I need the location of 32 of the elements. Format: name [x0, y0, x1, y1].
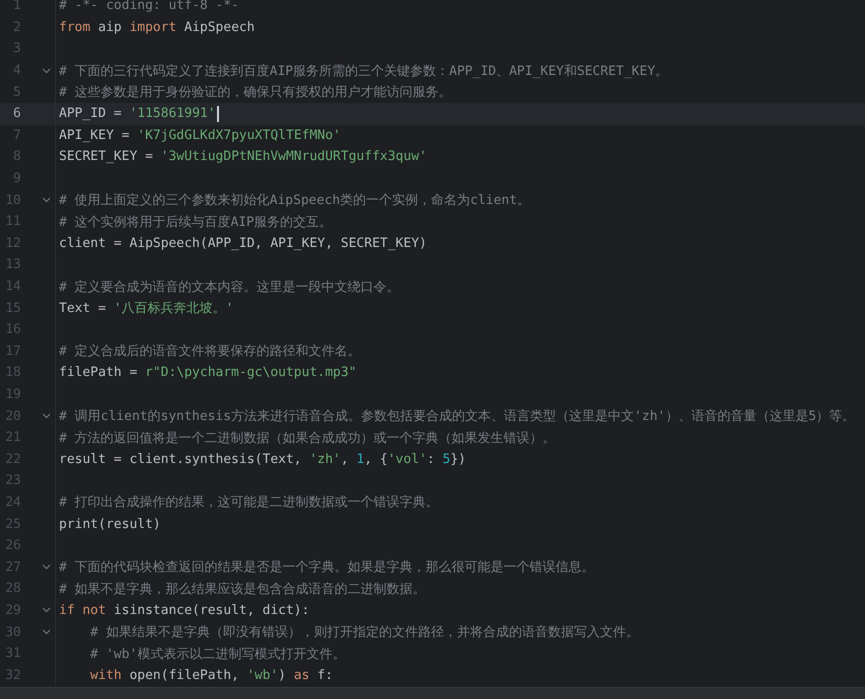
- code-line: # 打印出合成操作的结果，这可能是二进制数据或一个错误字典。: [59, 494, 439, 512]
- code-line: print(result): [59, 516, 161, 532]
- code-line: # 下面的三行代码定义了连接到百度AIP服务所需的三个关键参数：APP_ID、API_KEY和SECRET_KEY。: [59, 62, 668, 80]
- code-line: # 'wb'模式表示以二进制写模式打开文件。: [89, 646, 346, 663]
- line-number: 6: [12, 106, 21, 122]
- code-line: Text = '八百标兵奔北坡。': [59, 300, 234, 318]
- code-line: # 下面的代码块检查返回的结果是否是一个字典。如果是字典，那么很可能是一个错误信息。: [59, 559, 595, 576]
- fold-chevron-icon[interactable]: [42, 629, 51, 636]
- code-line: with open(filePath, 'wb') as f:: [89, 668, 333, 683]
- code-line: API_KEY = 'K7jGdGLKdX7pyuXTQlTEfMNo': [59, 128, 341, 143]
- fold-chevron-icon[interactable]: [42, 564, 51, 570]
- code-line: filePath = r"D:\pycharm-gc\output.mp3": [59, 365, 356, 380]
- code-line: # 这个实例将用于后续与百度AIP服务的交互。: [59, 214, 332, 231]
- code-line: # 方法的返回值将是一个二进制数据（如果合成成功）或一个字典（如果发生错误）。: [59, 430, 556, 447]
- code-line: # 这些参数是用于身份验证的，确保只有授权的用户才能访问服务。: [59, 84, 452, 102]
- code-line: # 使用上面定义的三个参数来初始化AipSpeech类的一个实例，命名为client。: [59, 192, 530, 210]
- code-line: # 定义要合成为语音的文本内容。这里是一段中文绕口令。: [59, 278, 400, 296]
- fold-chevron-icon[interactable]: [42, 197, 51, 204]
- code-line: if not isinstance(result, dict):: [59, 602, 310, 618]
- code-line: # 如果结果不是字典（即没有错误），则打开指定的文件路径，并将合成的语音数据写入文件。: [89, 624, 639, 642]
- text-cursor: [216, 106, 219, 122]
- code-line: # 调用client的synthesis方法来进行语音合成。参数包括要合成的文本、语言类型（这里是中文'zh'）、语音的音量（这里是5）等。: [59, 408, 856, 426]
- code-line: from aip import AipSpeech: [59, 20, 255, 35]
- fold-chevron-icon[interactable]: [42, 68, 51, 74]
- code-line: # 定义合成后的语音文件将要保存的路径和文件名。: [59, 343, 361, 360]
- code-line: result = client.synthesis(Text, 'zh', 1, {'vol': 5}): [59, 452, 466, 467]
- code-line: # 如果不是字典，那么结果应该是包含合成语音的二进制数据。: [59, 580, 426, 598]
- code-line: client = AipSpeech(APP_ID, API_KEY, SECRET_KEY): [59, 236, 427, 251]
- code-line: APP_ID = '115861991': [59, 106, 216, 122]
- fold-chevron-icon[interactable]: [42, 607, 51, 614]
- fold-chevron-icon[interactable]: [42, 413, 51, 420]
- code-line: SECRET_KEY = '3wUtiugDPtNEhVwMNrudURTguffx3quw': [59, 149, 427, 164]
